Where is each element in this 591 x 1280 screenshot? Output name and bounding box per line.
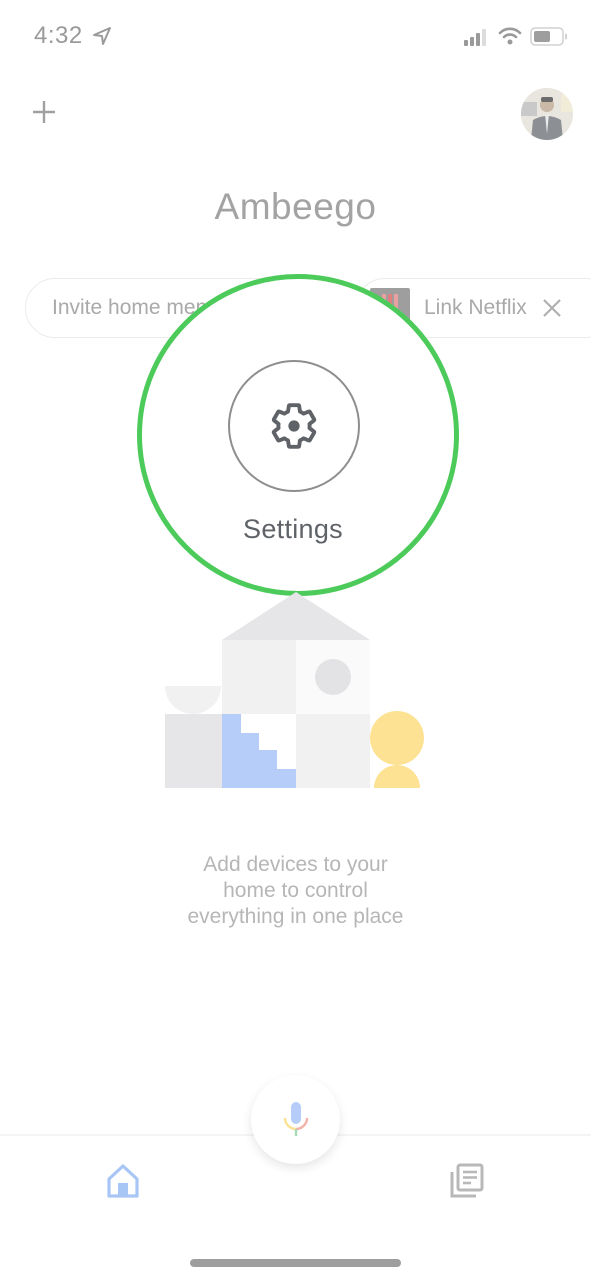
nav-home-icon[interactable]	[104, 1162, 142, 1200]
empty-state-line: everything in one place	[187, 905, 404, 928]
close-icon[interactable]	[541, 297, 563, 319]
stairs-block	[222, 714, 296, 788]
empty-state-line: home to control	[223, 879, 368, 902]
roof-shape	[222, 592, 370, 640]
settings-button[interactable]	[228, 360, 360, 492]
upper-left-block	[222, 640, 296, 714]
wifi-icon	[498, 27, 522, 45]
window-circle	[315, 659, 351, 695]
left-block	[165, 714, 222, 788]
status-time: 4:32	[34, 22, 83, 49]
empty-state-line: Add devices to your	[203, 853, 388, 876]
chip-label: Link Netflix	[424, 296, 527, 319]
home-indicator-bar[interactable]	[190, 1259, 401, 1267]
gear-icon	[271, 403, 317, 449]
person-head	[370, 711, 424, 765]
lower-right-block	[296, 714, 370, 788]
empty-state-message: Add devices to your home to control ever…	[120, 852, 471, 930]
voice-assistant-button[interactable]	[251, 1075, 340, 1164]
nav-feed-icon[interactable]	[448, 1162, 486, 1200]
avatar-photo	[521, 88, 573, 140]
cellular-signal-icon	[464, 29, 486, 46]
empty-home-illustration	[165, 592, 424, 788]
battery-icon	[530, 27, 567, 46]
location-arrow-icon	[93, 27, 111, 45]
home-name-title: Ambeego	[214, 186, 377, 227]
settings-label: Settings	[243, 514, 343, 544]
plus-icon[interactable]	[30, 98, 58, 126]
person-body	[374, 765, 420, 788]
avatar[interactable]	[521, 88, 573, 140]
bowl-shape	[165, 686, 221, 714]
microphone-icon	[283, 1101, 308, 1136]
